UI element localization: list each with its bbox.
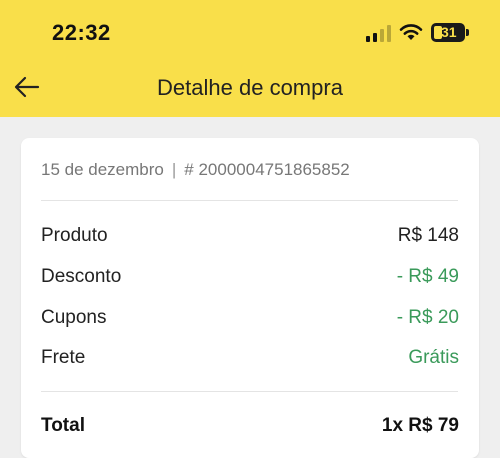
shipping-value: Grátis: [408, 347, 459, 368]
summary-row-shipping: Frete Grátis: [41, 347, 459, 373]
page-title: Detalhe de compra: [157, 75, 343, 100]
summary-row-coupons: Cupons - R$ 20: [41, 307, 459, 333]
battery-nub: [466, 29, 469, 36]
summary-row-discount: Desconto - R$ 49: [41, 266, 459, 292]
discount-label: Desconto: [41, 266, 122, 287]
order-number: # 2000004751865852: [184, 160, 350, 179]
meta-separator: |: [171, 160, 177, 179]
battery-icon: 31: [431, 23, 465, 42]
divider: [41, 200, 458, 201]
product-value: R$ 148: [397, 225, 459, 246]
coupons-label: Cupons: [41, 307, 107, 328]
purchase-detail-card: 15 de dezembro | # 2000004751865852 Produt…: [21, 138, 479, 458]
product-label: Produto: [41, 225, 108, 246]
divider: [41, 391, 458, 392]
status-bar: 22:32 31: [0, 0, 500, 62]
summary-row-total: Total 1x R$ 79: [41, 415, 459, 441]
cellular-signal-icon: [366, 24, 392, 42]
order-date: 15 de dezembro: [41, 160, 164, 179]
coupons-value: - R$ 20: [396, 307, 459, 328]
summary-row-product: Produto R$ 148: [41, 225, 459, 251]
status-time: 22:32: [52, 20, 111, 45]
order-meta: 15 de dezembro | # 2000004751865852: [41, 160, 350, 180]
discount-value: - R$ 49: [396, 266, 459, 287]
total-value: 1x R$ 79: [381, 415, 459, 436]
shipping-label: Frete: [41, 347, 86, 368]
wifi-icon: [399, 24, 423, 40]
app-header: 22:32 31 Detalhe de compra: [0, 0, 500, 117]
battery-level: 31: [441, 24, 457, 40]
total-label: Total: [41, 415, 85, 436]
